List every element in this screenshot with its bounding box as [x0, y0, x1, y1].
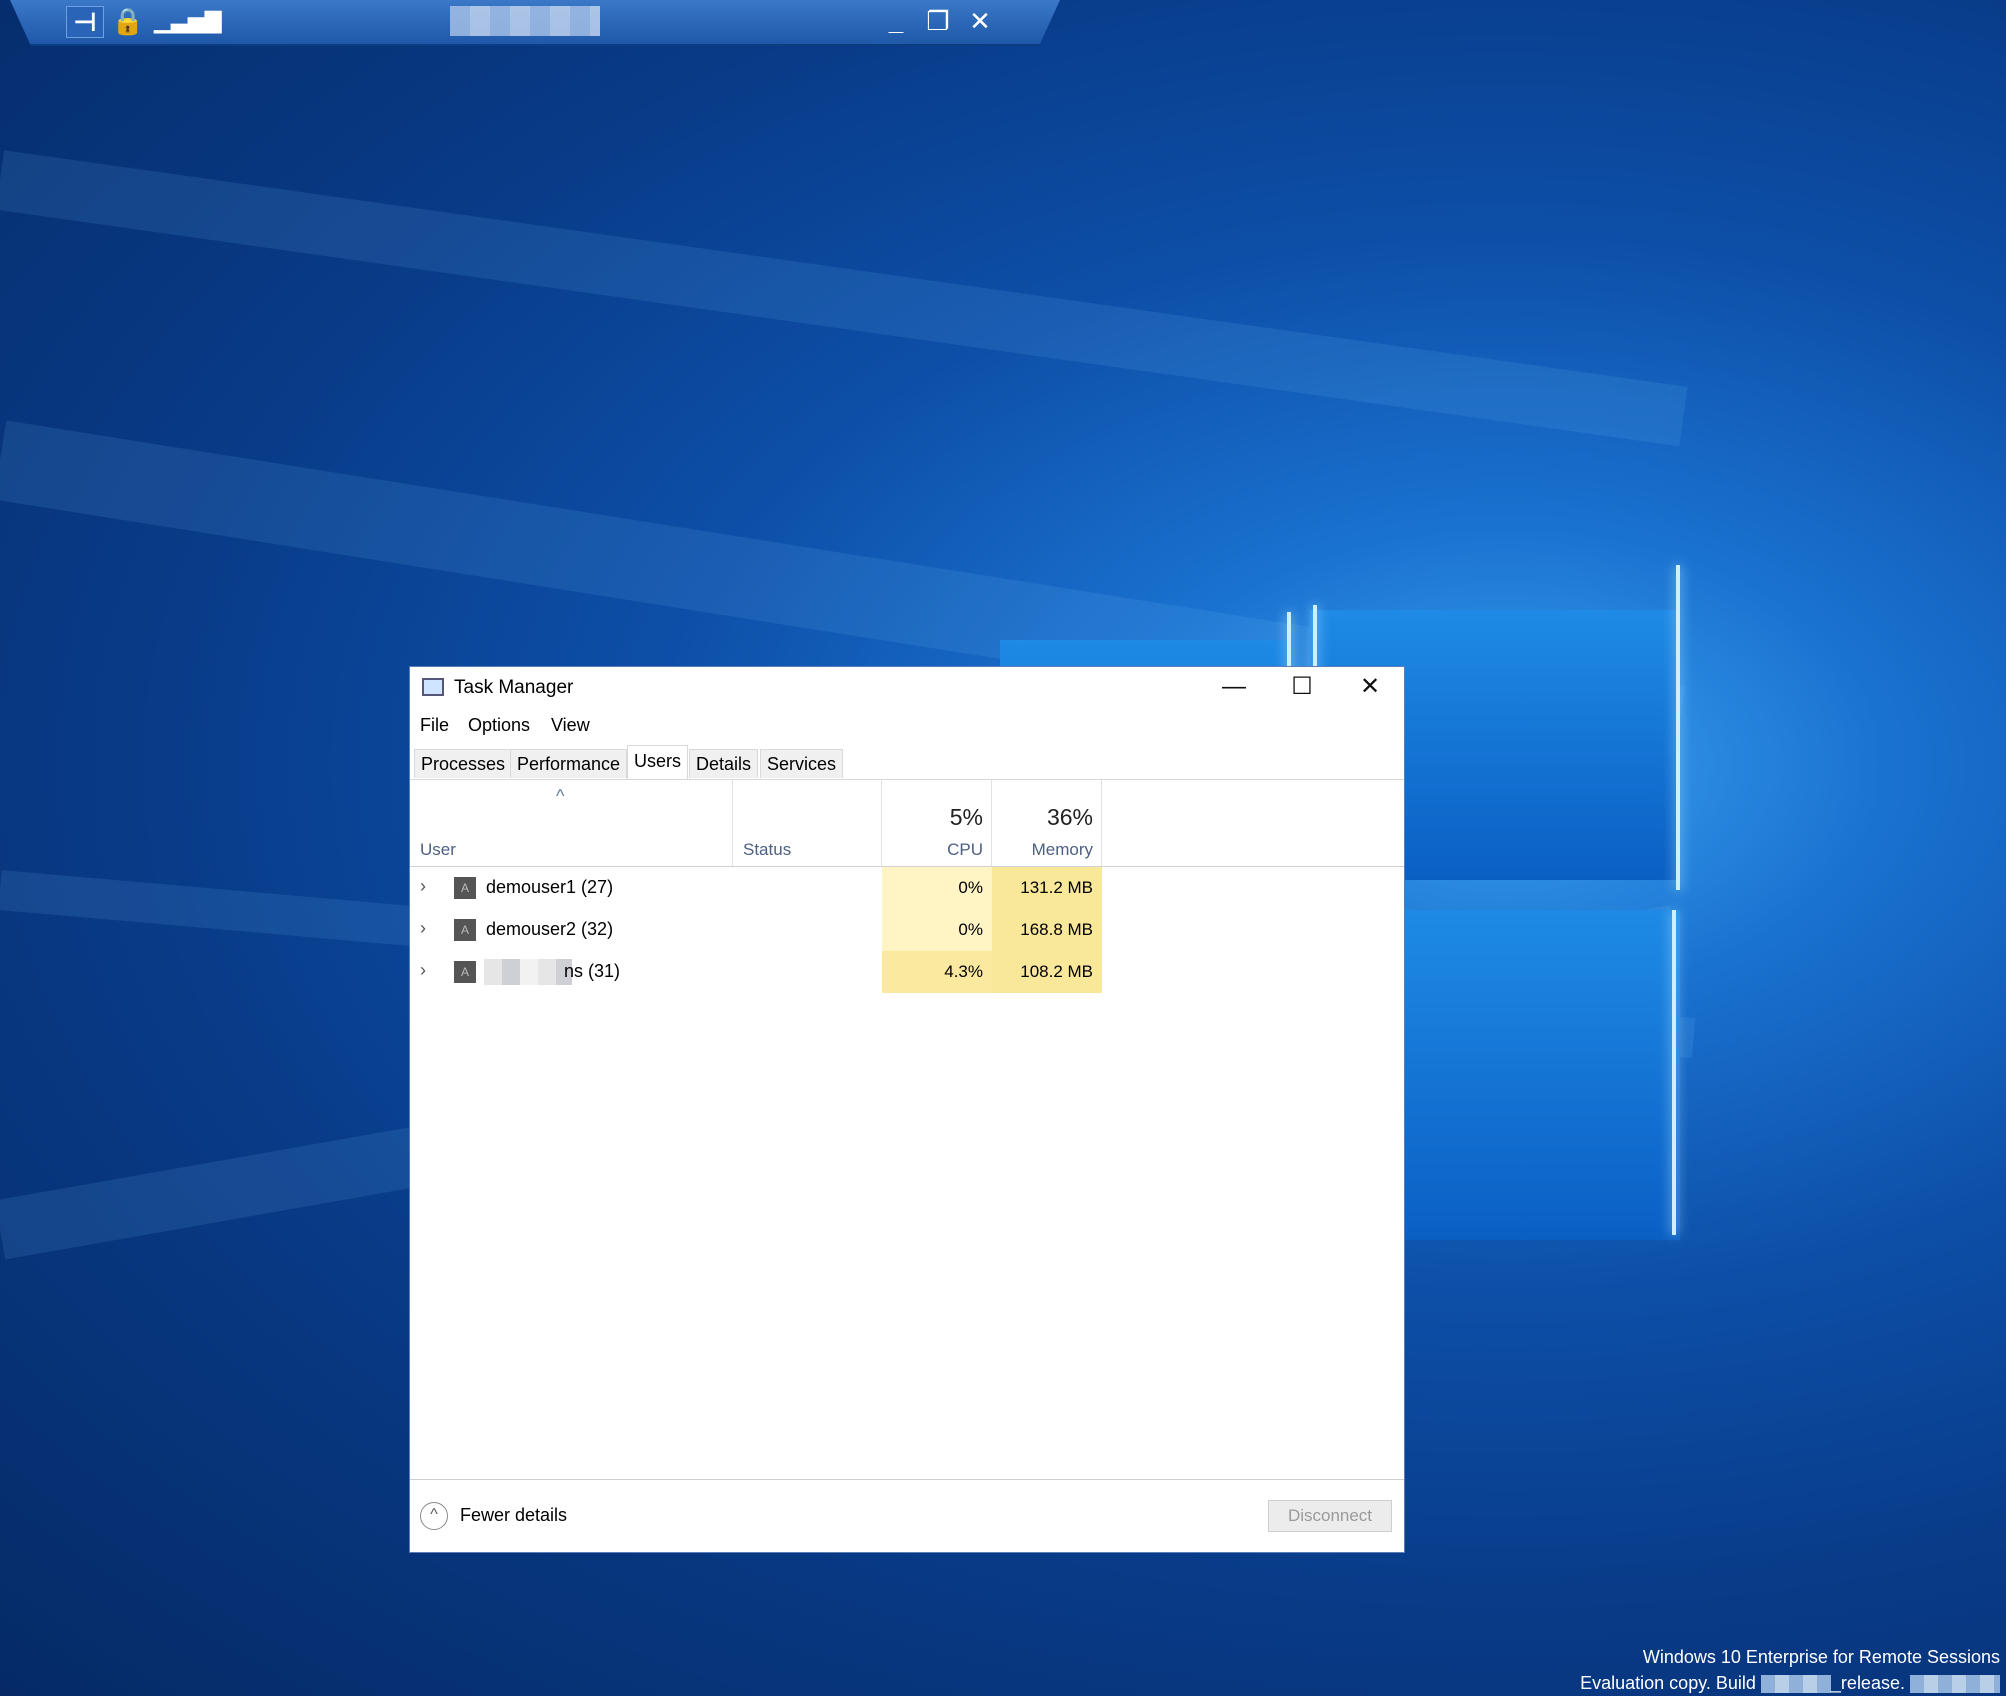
table-row[interactable]: › A ns (31) 4.3% 108.2 MB: [410, 951, 1404, 993]
task-manager-window: Task Manager — ☐ ✕ File Options View Pro…: [409, 666, 1405, 1553]
title-bar[interactable]: Task Manager — ☐ ✕: [410, 667, 1404, 709]
tab-users[interactable]: Users: [627, 745, 689, 779]
user-name: ns (31): [564, 961, 621, 981]
menu-bar: File Options View: [410, 713, 1404, 743]
column-header: ^ User Status 5% CPU 36% Memory: [410, 780, 1404, 867]
build-release: _release.: [1830, 1673, 1905, 1693]
close-button[interactable]: ✕: [1336, 667, 1404, 709]
close-icon[interactable]: ✕: [962, 6, 998, 36]
tab-processes[interactable]: Processes: [414, 749, 513, 778]
edition-watermark-line1: Windows 10 Enterprise for Remote Session…: [1642, 1647, 2000, 1667]
chevron-right-icon[interactable]: ›: [420, 918, 426, 939]
chevron-up-circle-icon[interactable]: ^: [420, 1502, 448, 1530]
column-cpu-label: CPU: [947, 840, 983, 859]
column-memory-label: Memory: [1031, 840, 1093, 859]
chevron-right-icon[interactable]: ›: [420, 960, 426, 981]
sort-ascending-icon: ^: [556, 786, 565, 806]
rdp-host-name: [450, 6, 600, 36]
maximize-button[interactable]: ☐: [1268, 667, 1336, 709]
signal-icon[interactable]: ▁▃▅▇: [154, 6, 222, 36]
rdp-connection-bar: ⊣ 🔒 ▁▃▅▇ _ ❐ ✕: [10, 0, 1060, 46]
memory-cell: 131.2 MB: [992, 867, 1102, 909]
disconnect-button[interactable]: Disconnect: [1268, 1500, 1392, 1532]
tab-services[interactable]: Services: [760, 749, 844, 778]
window-title: Task Manager: [454, 677, 574, 698]
column-user[interactable]: ^ User: [410, 780, 733, 866]
tab-bar: Processes Performance Users Details Serv…: [410, 743, 1404, 780]
tab-details[interactable]: Details: [689, 749, 759, 778]
minimize-button[interactable]: —: [1200, 667, 1268, 709]
cpu-cell: 4.3%: [882, 951, 992, 993]
user-icon: A: [454, 961, 476, 983]
tab-performance[interactable]: Performance: [510, 749, 628, 778]
cpu-cell: 0%: [882, 909, 992, 951]
column-cpu[interactable]: 5% CPU: [882, 780, 992, 866]
column-status[interactable]: Status: [733, 780, 882, 866]
memory-cell: 168.8 MB: [992, 909, 1102, 951]
pin-icon[interactable]: ⊣: [66, 6, 104, 38]
redacted-build-number: [1760, 1675, 1831, 1694]
cpu-total: 5%: [949, 804, 983, 830]
chevron-right-icon[interactable]: ›: [420, 876, 426, 897]
restore-icon[interactable]: ❐: [920, 6, 956, 36]
minimize-icon[interactable]: _: [878, 6, 914, 36]
fewer-details-link[interactable]: Fewer details: [460, 1505, 567, 1526]
column-user-label: User: [420, 840, 456, 859]
redacted-build-suffix: [1910, 1675, 2000, 1694]
menu-view[interactable]: View: [551, 715, 590, 736]
menu-options[interactable]: Options: [468, 715, 530, 736]
user-name: demouser2 (32): [486, 919, 614, 939]
menu-file[interactable]: File: [420, 715, 449, 736]
table-row[interactable]: › A demouser1 (27) 0% 131.2 MB: [410, 867, 1404, 909]
memory-total: 36%: [1046, 804, 1093, 830]
table-row[interactable]: › A demouser2 (32) 0% 168.8 MB: [410, 909, 1404, 951]
user-icon: A: [454, 919, 476, 941]
lock-icon: 🔒: [111, 6, 145, 36]
build-prefix: Evaluation copy. Build: [1580, 1673, 1756, 1693]
redacted-user-name: [484, 959, 572, 985]
column-memory[interactable]: 36% Memory: [992, 780, 1102, 866]
column-status-label: Status: [743, 840, 792, 859]
memory-cell: 108.2 MB: [992, 951, 1102, 993]
wallpaper-beam: [0, 150, 1688, 447]
user-icon: A: [454, 877, 476, 899]
task-manager-icon: [422, 678, 444, 696]
cpu-cell: 0%: [882, 867, 992, 909]
user-name: demouser1 (27): [486, 877, 614, 897]
footer: ^ Fewer details Disconnect: [410, 1479, 1404, 1552]
edition-watermark-line2: Evaluation copy. Build _release.: [1580, 1673, 2000, 1694]
